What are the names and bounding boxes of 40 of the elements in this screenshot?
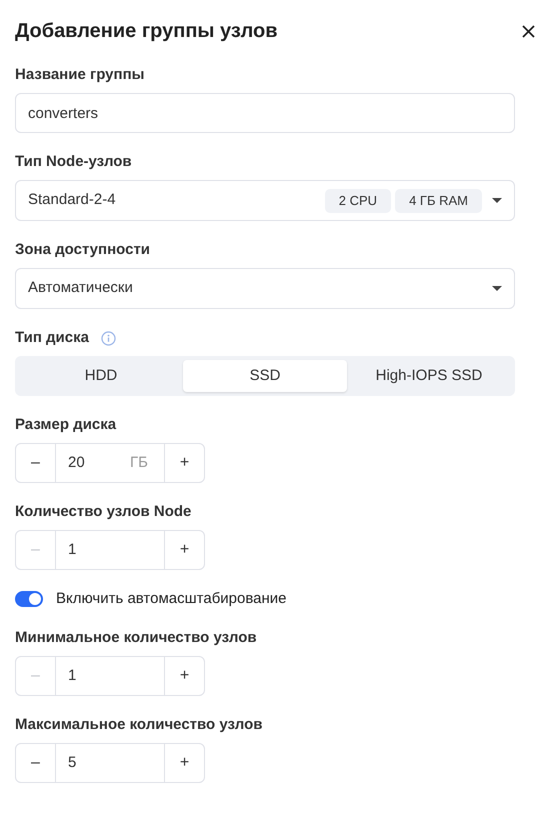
field-label: Максимальное количество узлов	[15, 714, 262, 735]
segment-tab[interactable]: HDD	[19, 360, 183, 392]
field-label: Минимальное количество узлов	[15, 628, 257, 648]
caret-icon	[492, 198, 502, 204]
number-value: 5	[68, 752, 78, 773]
number-value: 1	[68, 540, 78, 560]
dialog-title: Добавление группы узлов	[15, 19, 278, 44]
field-label: Зона доступности	[15, 240, 150, 260]
field-label: Тип Node-узлов	[15, 152, 132, 172]
minus-button[interactable]: –	[16, 444, 55, 482]
text-input-field[interactable]: converters	[15, 93, 515, 133]
field-label: Количество узлов Node	[15, 502, 192, 522]
plus-button[interactable]: +	[165, 531, 204, 569]
close-icon	[522, 24, 534, 38]
spec-chip: 2 CPU	[324, 188, 392, 212]
segment-tab[interactable]: SSD	[183, 360, 347, 392]
select-value: Standard-2-4	[28, 190, 117, 210]
spec-chip: 4 ГБ RAM	[395, 188, 482, 212]
select-field[interactable]: Standard-2-4 2 CPU 4 ГБ RAM	[15, 180, 515, 221]
plus-button[interactable]: +	[165, 444, 204, 482]
plus-button[interactable]: +	[165, 744, 204, 782]
select-value: Автоматически	[28, 278, 134, 298]
segment-tab[interactable]: High-IOPS SSD	[347, 360, 511, 392]
number-value: 1	[68, 666, 78, 686]
field-label: Размер диска	[15, 414, 116, 435]
field-label: Тип диска	[15, 328, 89, 348]
number-stepper[interactable]: – 5 +	[15, 743, 205, 783]
number-stepper[interactable]: – 20 ГБ +	[15, 443, 205, 483]
caret-icon	[492, 286, 502, 292]
select-field[interactable]: Автоматически	[15, 268, 515, 309]
number-value: 20	[68, 452, 86, 473]
toggle-label: Включить автомасштабирование	[56, 588, 287, 609]
number-stepper[interactable]: – 1 +	[15, 656, 205, 696]
toggle-switch[interactable]	[15, 591, 43, 607]
field-label: Название группы	[15, 64, 144, 85]
minus-button[interactable]: –	[16, 744, 55, 782]
number-stepper[interactable]: – 1 +	[15, 530, 205, 570]
unit-label: ГБ	[130, 452, 148, 473]
plus-button[interactable]: +	[165, 657, 204, 695]
close-button[interactable]	[520, 23, 536, 39]
